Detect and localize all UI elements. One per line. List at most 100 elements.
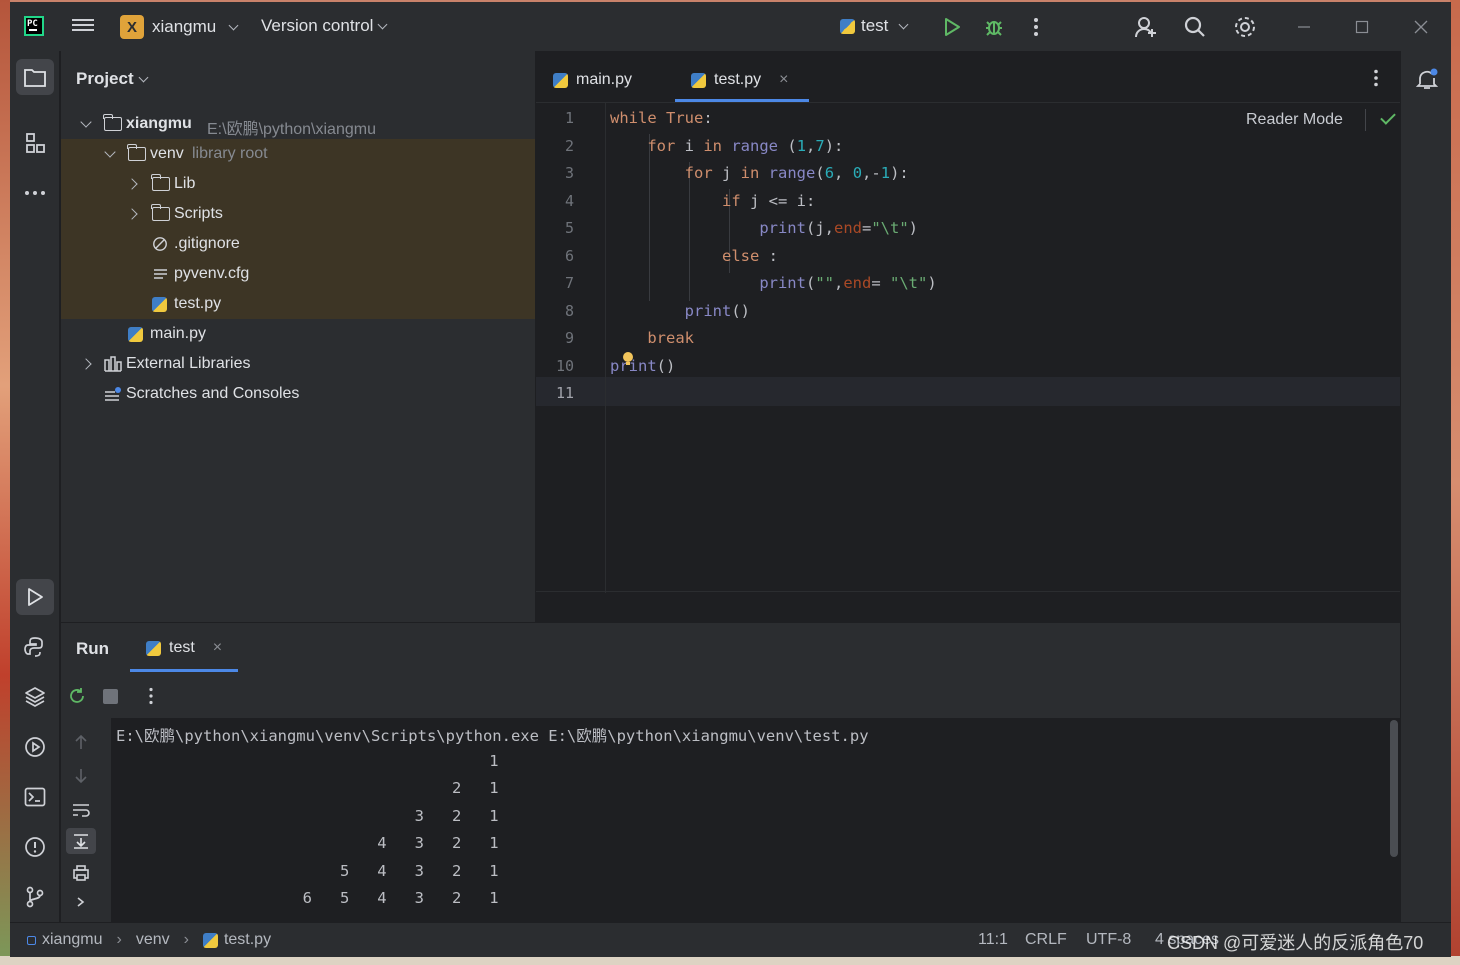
code-line-11[interactable]	[610, 384, 619, 402]
chevron-right-icon: ›	[116, 931, 122, 948]
settings-gear-icon[interactable]	[1232, 14, 1258, 40]
breadcrumb-item[interactable]: venv	[136, 931, 170, 949]
tree-item-lib[interactable]: Lib	[61, 169, 535, 199]
run-icon[interactable]	[939, 14, 965, 40]
tree-item-label: Scratches and Consoles	[126, 385, 300, 402]
python-file-icon	[553, 72, 568, 88]
terminal-tool-button[interactable]	[16, 779, 54, 815]
watermark-text: CSDN @可爱迷人的反派角色70	[1167, 933, 1424, 953]
ide-window: PC X xiangmu Version control test Projec…	[10, 2, 1451, 957]
more-vertical-icon[interactable]	[1373, 69, 1379, 87]
services-icon	[25, 737, 45, 757]
console-output[interactable]: E:\欧鹏\python\xiangmu\venv\Scripts\python…	[111, 718, 1400, 923]
tree-item-main-py[interactable]: main.py	[61, 319, 535, 349]
structure-tool-button[interactable]	[16, 125, 54, 161]
more-vertical-icon[interactable]	[148, 687, 154, 705]
hamburger-menu-icon[interactable]	[72, 16, 94, 36]
code-line-2[interactable]: for i in range (1,7):	[610, 137, 843, 155]
bulb-icon[interactable]	[622, 351, 634, 367]
run-configuration-selector[interactable]: test	[840, 16, 909, 36]
git-tool-button[interactable]	[16, 879, 54, 915]
search-icon[interactable]	[1182, 14, 1208, 40]
code-line-5[interactable]: print(j,end="\t")	[610, 219, 918, 237]
library-icon	[104, 356, 122, 372]
code-line-1[interactable]: while True:	[610, 109, 713, 127]
console-scrollbar[interactable]	[1390, 720, 1398, 857]
rerun-icon[interactable]	[68, 687, 86, 705]
arrow-up-icon[interactable]	[74, 734, 88, 750]
chevron-down-icon	[138, 72, 149, 82]
chevron-down-icon	[104, 146, 116, 158]
arrow-down-icon[interactable]	[74, 768, 88, 784]
project-badge: X	[120, 15, 144, 39]
tree-item-label: External Libraries	[126, 355, 251, 372]
breadcrumb-item[interactable]: test.py	[224, 931, 271, 949]
tree-item-label: Scripts	[174, 205, 223, 222]
reader-mode-button[interactable]: Reader Mode	[1246, 111, 1343, 129]
debug-icon[interactable]	[981, 14, 1007, 40]
caret-position[interactable]: 11:1	[978, 931, 1008, 949]
tree-item-pyvenv-cfg[interactable]: pyvenv.cfg	[61, 259, 535, 289]
code-line-6[interactable]: else :	[610, 247, 778, 265]
python-console-button[interactable]	[16, 629, 54, 665]
python-file-icon	[146, 640, 161, 656]
project-switcher[interactable]: X xiangmu	[120, 14, 239, 40]
divider	[1365, 109, 1366, 131]
close-tab-icon[interactable]: ×	[213, 639, 222, 657]
console-output-line: 1	[116, 752, 499, 770]
tree-item-scripts[interactable]: Scripts	[61, 199, 535, 229]
run-tab-test[interactable]: test ×	[146, 639, 222, 657]
line-number: 11	[555, 384, 574, 402]
tree-item-label: Lib	[174, 175, 196, 192]
maximize-icon[interactable]	[1349, 14, 1375, 40]
tree-item-external-libraries[interactable]: External Libraries	[61, 349, 535, 379]
tab-test-py[interactable]: test.py ×	[691, 67, 788, 93]
tree-item-scratches[interactable]: Scratches and Consoles	[61, 379, 535, 409]
scroll-to-end-icon[interactable]	[66, 828, 96, 854]
problems-tool-button[interactable]	[16, 829, 54, 865]
notifications-icon[interactable]	[1415, 67, 1439, 91]
minimize-icon[interactable]	[1291, 14, 1317, 40]
expand-icon[interactable]	[76, 896, 86, 908]
code-line-10[interactable]: print()	[610, 357, 675, 375]
code-line-8[interactable]: print()	[610, 302, 750, 320]
stop-icon[interactable]	[103, 689, 118, 704]
code-line-3[interactable]: for j in range(6, 0,-1):	[610, 164, 909, 182]
print-icon[interactable]	[72, 864, 90, 882]
code-line-4[interactable]: if j <= i:	[610, 192, 815, 210]
project-tool-button[interactable]	[16, 59, 54, 95]
tab-main-py[interactable]: main.py	[553, 67, 632, 93]
run-tool-button[interactable]	[16, 579, 54, 615]
layers-tool-button[interactable]	[16, 679, 54, 715]
code-line-7[interactable]: print("",end= "\t")	[610, 274, 936, 292]
tree-item-test-py[interactable]: test.py	[61, 289, 535, 319]
line-separator[interactable]: CRLF	[1025, 931, 1067, 949]
breadcrumb-item[interactable]: xiangmu	[42, 931, 102, 949]
line-number: 1	[564, 109, 574, 127]
code-line-9[interactable]: break	[610, 329, 694, 347]
more-tools-button[interactable]	[16, 175, 54, 211]
version-control-menu[interactable]: Version control	[261, 16, 388, 36]
add-user-icon[interactable]	[1133, 14, 1159, 40]
file-encoding[interactable]: UTF-8	[1086, 931, 1131, 949]
more-vertical-icon[interactable]	[1023, 14, 1049, 40]
close-icon[interactable]	[1408, 14, 1434, 40]
current-line-highlight	[536, 377, 1400, 406]
console-command-line: E:\欧鹏\python\xiangmu\venv\Scripts\python…	[116, 727, 869, 745]
project-panel: Project xiangmu E:\欧鹏\python\xiangmu ven…	[61, 51, 535, 622]
console-output-line: 6 5 4 3 2 1	[116, 889, 499, 907]
scratches-icon	[105, 387, 121, 401]
soft-wrap-icon[interactable]	[71, 802, 91, 818]
tree-item-gitignore[interactable]: .gitignore	[61, 229, 535, 259]
project-panel-title[interactable]: Project	[76, 69, 149, 89]
tree-item-xiangmu[interactable]: xiangmu E:\欧鹏\python\xiangmu	[61, 109, 535, 139]
check-icon	[1380, 109, 1396, 125]
chevron-right-icon	[126, 208, 138, 220]
line-number: 5	[564, 219, 574, 237]
tree-item-label: main.py	[150, 325, 207, 342]
services-tool-button[interactable]	[16, 729, 54, 765]
folder-icon	[24, 69, 46, 87]
python-console-icon	[24, 637, 43, 657]
close-tab-icon[interactable]: ×	[779, 71, 788, 89]
tree-item-venv[interactable]: venv library root	[61, 139, 535, 169]
